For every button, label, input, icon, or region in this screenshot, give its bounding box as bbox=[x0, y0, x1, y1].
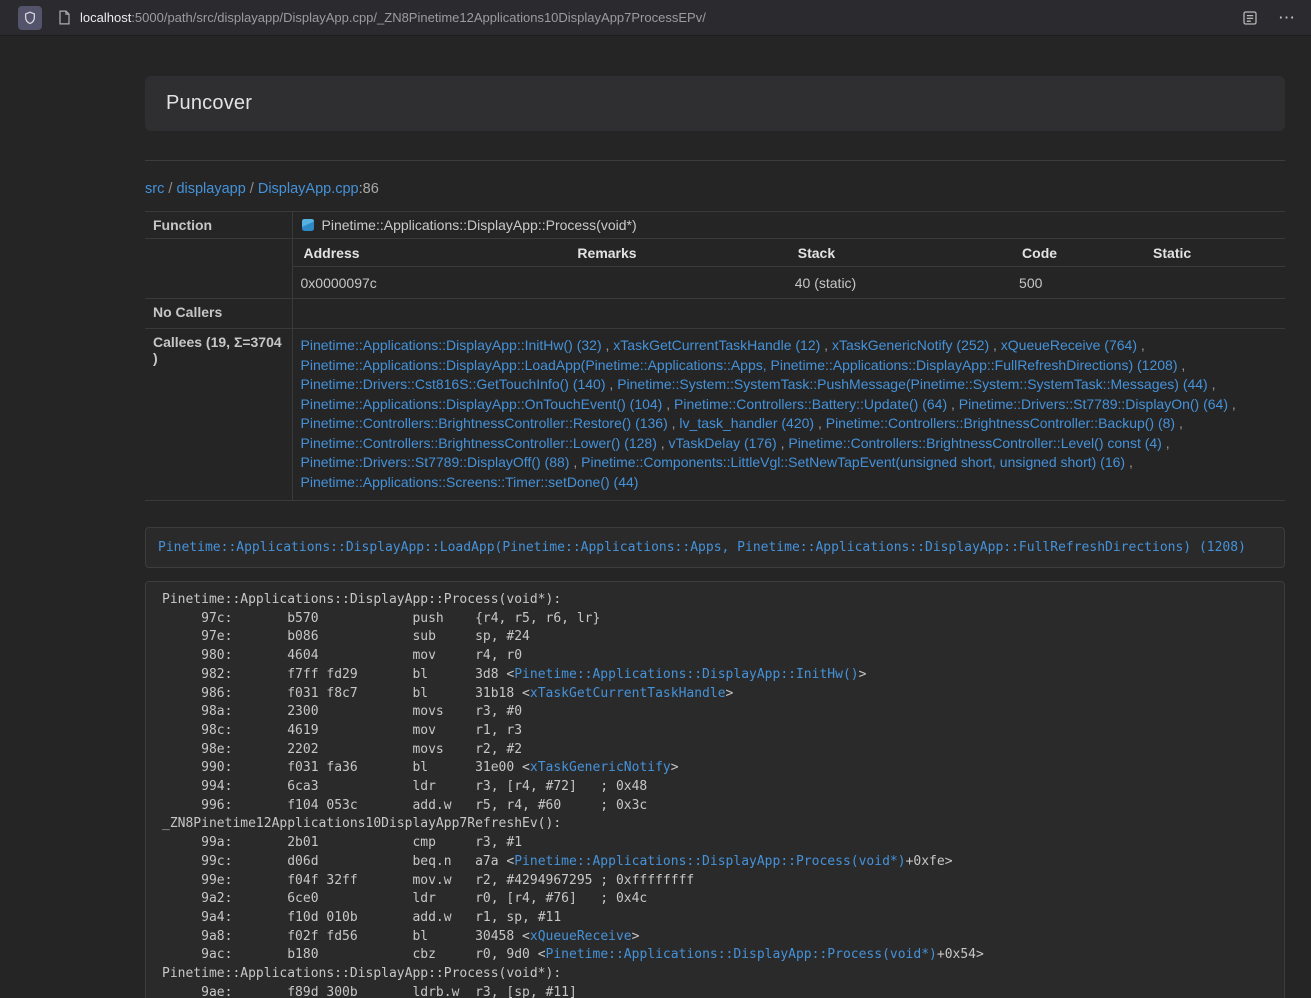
code-value: 500 bbox=[1011, 267, 1142, 299]
col-stack: Stack bbox=[787, 239, 1011, 267]
col-static: Static bbox=[1142, 239, 1285, 267]
no-callers-label: No Callers bbox=[145, 299, 292, 329]
breadcrumb-link[interactable]: DisplayApp.cpp bbox=[258, 181, 359, 197]
callee-separator: , bbox=[947, 396, 959, 412]
callee-separator: , bbox=[1208, 376, 1216, 392]
metrics-values-row: 0x0000097c 40 (static) 500 bbox=[293, 267, 1286, 299]
divider bbox=[145, 160, 1285, 161]
callee-separator: , bbox=[1125, 454, 1133, 470]
col-remarks: Remarks bbox=[566, 239, 786, 267]
breadcrumb-separator: / bbox=[246, 181, 258, 197]
url-bar[interactable]: localhost:5000/path/src/displayapp/Displ… bbox=[80, 10, 706, 25]
callee-separator: , bbox=[777, 435, 789, 451]
callee-separator: , bbox=[668, 415, 680, 431]
callee-link[interactable]: Pinetime::Controllers::BrightnessControl… bbox=[826, 415, 1175, 431]
shield-icon bbox=[23, 11, 37, 25]
function-label: Function bbox=[145, 212, 292, 239]
function-table: Function Pinetime::Applications::Display… bbox=[145, 211, 1285, 501]
highlighted-callee-link[interactable]: Pinetime::Applications::DisplayApp::Load… bbox=[158, 540, 1246, 555]
app-header: Puncover bbox=[145, 76, 1285, 131]
callee-separator: , bbox=[606, 376, 618, 392]
stack-value: 40 (static) bbox=[787, 267, 1011, 299]
breadcrumb: src / displayapp / DisplayApp.cpp:86 bbox=[145, 181, 1285, 197]
static-value bbox=[1142, 267, 1285, 299]
callee-link[interactable]: Pinetime::Drivers::St7789::DisplayOn() (… bbox=[959, 396, 1228, 412]
remarks-value bbox=[566, 267, 786, 299]
callee-separator: , bbox=[1162, 435, 1170, 451]
breadcrumb-line-number: :86 bbox=[359, 181, 379, 197]
col-address: Address bbox=[293, 239, 567, 267]
page-container: Puncover src / displayapp / DisplayApp.c… bbox=[145, 76, 1285, 998]
callee-link[interactable]: Pinetime::Applications::DisplayApp::Init… bbox=[301, 337, 602, 353]
symbol-link[interactable]: xQueueReceive bbox=[530, 929, 632, 944]
callee-link[interactable]: Pinetime::Controllers::Battery::Update()… bbox=[674, 396, 947, 412]
callee-link[interactable]: xQueueReceive (764) bbox=[1001, 337, 1137, 353]
symbol-link[interactable]: Pinetime::Applications::DisplayApp::Proc… bbox=[546, 947, 937, 962]
callee-separator: , bbox=[662, 396, 674, 412]
tracking-protection-button[interactable] bbox=[18, 6, 42, 30]
callee-link[interactable]: xTaskGenericNotify (252) bbox=[832, 337, 989, 353]
page-info-button[interactable] bbox=[58, 10, 71, 25]
callee-link[interactable]: Pinetime::Applications::DisplayApp::OnTo… bbox=[301, 396, 663, 412]
callee-link[interactable]: Pinetime::Controllers::BrightnessControl… bbox=[788, 435, 1161, 451]
callee-link[interactable]: Pinetime::System::SystemTask::PushMessag… bbox=[617, 376, 1208, 392]
symbol-link[interactable]: Pinetime::Applications::DisplayApp::Proc… bbox=[514, 854, 905, 869]
callees-list: Pinetime::Applications::DisplayApp::Init… bbox=[292, 329, 1285, 501]
page-title: Puncover bbox=[166, 92, 1264, 115]
symbol-link[interactable]: xTaskGetCurrentTaskHandle bbox=[530, 686, 726, 701]
url-host: localhost bbox=[80, 10, 131, 25]
callee-separator: , bbox=[569, 454, 581, 470]
disassembly-block: Pinetime::Applications::DisplayApp::Proc… bbox=[145, 581, 1285, 998]
reader-view-icon[interactable] bbox=[1242, 10, 1258, 26]
breadcrumb-separator: / bbox=[164, 181, 176, 197]
breadcrumb-link[interactable]: displayapp bbox=[176, 181, 245, 197]
callees-row: Callees (19, Σ=3704 ) Pinetime::Applicat… bbox=[145, 329, 1285, 501]
callee-link[interactable]: Pinetime::Applications::DisplayApp::Load… bbox=[301, 357, 1178, 373]
page-icon bbox=[58, 10, 71, 25]
symbol-link[interactable]: xTaskGenericNotify bbox=[530, 760, 671, 775]
callee-link[interactable]: vTaskDelay (176) bbox=[669, 435, 777, 451]
breadcrumb-link[interactable]: src bbox=[145, 181, 164, 197]
callee-separator: , bbox=[820, 337, 832, 353]
callee-link[interactable]: lv_task_handler (420) bbox=[679, 415, 814, 431]
callee-separator: , bbox=[1137, 337, 1145, 353]
function-row: Function Pinetime::Applications::Display… bbox=[145, 212, 1285, 239]
callee-separator: , bbox=[1177, 357, 1185, 373]
callees-label: Callees (19, Σ=3704 ) bbox=[145, 329, 292, 501]
no-callers-row: No Callers bbox=[145, 299, 1285, 329]
callee-link[interactable]: xTaskGetCurrentTaskHandle (12) bbox=[613, 337, 820, 353]
callee-separator: , bbox=[1228, 396, 1236, 412]
function-name: Pinetime::Applications::DisplayApp::Proc… bbox=[322, 217, 637, 233]
callee-link[interactable]: Pinetime::Applications::Screens::Timer::… bbox=[301, 474, 639, 490]
callee-separator: , bbox=[989, 337, 1001, 353]
browser-toolbar: localhost:5000/path/src/displayapp/Displ… bbox=[0, 0, 1311, 36]
callee-link[interactable]: Pinetime::Drivers::St7789::DisplayOff() … bbox=[301, 454, 570, 470]
callee-link[interactable]: Pinetime::Components::LittleVgl::SetNewT… bbox=[581, 454, 1125, 470]
callee-link[interactable]: Pinetime::Drivers::Cst816S::GetTouchInfo… bbox=[301, 376, 606, 392]
metrics-row: Address Remarks Stack Code Static 0x0000… bbox=[145, 239, 1285, 299]
callee-link[interactable]: Pinetime::Controllers::BrightnessControl… bbox=[301, 415, 668, 431]
highlighted-callee-block: Pinetime::Applications::DisplayApp::Load… bbox=[145, 527, 1285, 568]
url-path: :5000/path/src/displayapp/DisplayApp.cpp… bbox=[131, 10, 706, 25]
symbol-link[interactable]: Pinetime::Applications::DisplayApp::Init… bbox=[514, 667, 858, 682]
col-code: Code bbox=[1011, 239, 1142, 267]
metrics-table: Address Remarks Stack Code Static 0x0000… bbox=[293, 239, 1286, 298]
address-value: 0x0000097c bbox=[293, 267, 567, 299]
callee-separator: , bbox=[814, 415, 826, 431]
callee-separator: , bbox=[602, 337, 614, 353]
callee-separator: , bbox=[1175, 415, 1183, 431]
callee-separator: , bbox=[657, 435, 669, 451]
function-icon bbox=[301, 218, 315, 232]
browser-menu-icon[interactable]: ⋯ bbox=[1278, 9, 1295, 26]
callee-link[interactable]: Pinetime::Controllers::BrightnessControl… bbox=[301, 435, 657, 451]
